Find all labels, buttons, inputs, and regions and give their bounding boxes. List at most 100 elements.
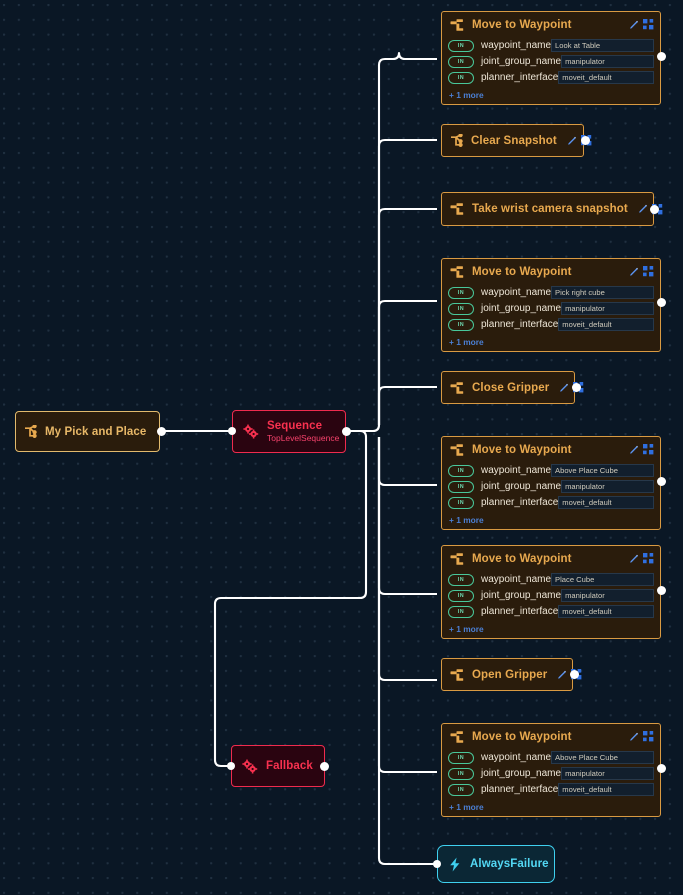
port-value-input[interactable]: Look at Table [551, 39, 654, 52]
port-out-move-above-place-cube-1[interactable] [657, 477, 666, 486]
port-out-move-look-at-table[interactable] [657, 52, 666, 61]
node-always-failure[interactable]: AlwaysFailure [437, 845, 555, 883]
show-more-ports-link[interactable]: + 1 more [442, 88, 660, 104]
port-value-input[interactable]: moveit_default [558, 783, 654, 796]
port-value-input[interactable]: moveit_default [558, 496, 654, 509]
port-out-open-gripper[interactable] [570, 670, 579, 679]
expand-icon[interactable] [643, 266, 654, 277]
pencil-icon[interactable] [638, 204, 648, 214]
node-sequence[interactable]: Sequence TopLevelSequence [232, 410, 346, 453]
port-out-move-above-place-cube-2[interactable] [657, 764, 666, 773]
node-header: Move to Waypoint [442, 724, 660, 749]
pencil-icon[interactable] [559, 383, 569, 393]
node-close-gripper[interactable]: Close Gripper [441, 371, 584, 404]
robot-arm-icon [450, 552, 466, 566]
port-value-input[interactable]: manipulator [561, 480, 654, 493]
port-value-input[interactable]: Place Cube [551, 573, 654, 586]
node-move-to-waypoint-look-at-table[interactable]: Move to Waypoint IN waypoint_name Look a… [441, 11, 661, 105]
port-row: IN waypoint_name Above Place Cube [448, 750, 654, 765]
show-more-ports-link[interactable]: + 1 more [442, 800, 660, 816]
port-direction-tag: IN [448, 318, 474, 331]
node-title: AlwaysFailure [470, 858, 549, 870]
port-row: IN joint_group_name manipulator [448, 301, 654, 316]
node-take-wrist-camera-snapshot[interactable]: Take wrist camera snapshot [441, 192, 663, 226]
node-move-to-waypoint-pick-right-cube[interactable]: Move to Waypoint IN waypoint_name Pick r… [441, 258, 661, 352]
port-name: planner_interface [481, 606, 559, 617]
node-header-actions [629, 266, 654, 277]
node-ports: IN waypoint_name Look at Table IN joint_… [442, 37, 660, 88]
behavior-tree-canvas[interactable]: My Pick and Place Sequence TopLevelSeque… [0, 0, 683, 895]
port-out-move-pick-right-cube[interactable] [657, 298, 666, 307]
edge-sequence-to-clear-snapshot [377, 138, 437, 425]
port-value-input[interactable]: Above Place Cube [551, 751, 654, 764]
pencil-icon[interactable] [629, 20, 639, 30]
port-value-input[interactable]: manipulator [561, 767, 654, 780]
node-header-actions [629, 444, 654, 455]
node-move-to-waypoint-place-cube[interactable]: Move to Waypoint IN waypoint_name Place … [441, 545, 661, 639]
node-root-my-pick-and-place[interactable]: My Pick and Place [15, 411, 160, 452]
port-value-input[interactable]: manipulator [561, 55, 654, 68]
expand-icon[interactable] [643, 553, 654, 564]
node-header: Close Gripper [442, 372, 584, 403]
node-open-gripper[interactable]: Open Gripper [441, 658, 582, 691]
expand-icon[interactable] [643, 444, 654, 455]
node-clear-snapshot[interactable]: Clear Snapshot [441, 124, 592, 157]
edge-sequence-to-move-above-place-2 [377, 437, 437, 774]
port-row: IN joint_group_name manipulator [448, 766, 654, 781]
port-in-sequence[interactable] [228, 427, 236, 435]
node-move-to-waypoint-above-place-cube-1[interactable]: Move to Waypoint IN waypoint_name Above … [441, 436, 661, 530]
show-more-ports-link[interactable]: + 1 more [442, 513, 660, 529]
port-direction-tag: IN [448, 464, 474, 477]
port-out-root[interactable] [157, 427, 166, 436]
port-in-fallback[interactable] [227, 762, 235, 770]
node-title: Move to Waypoint [472, 552, 572, 565]
edge-sequence-to-move-look-at-table [346, 51, 437, 433]
robot-arm-icon [450, 18, 466, 32]
node-header: My Pick and Place [16, 412, 159, 451]
node-header: Clear Snapshot [442, 125, 592, 156]
show-more-ports-link[interactable]: + 1 more [442, 622, 660, 638]
port-row: IN planner_interface moveit_default [448, 604, 654, 619]
node-header-actions [629, 553, 654, 564]
pencil-icon[interactable] [629, 267, 639, 277]
port-out-fallback[interactable] [320, 762, 329, 771]
port-value-input[interactable]: moveit_default [558, 318, 654, 331]
node-title: Move to Waypoint [472, 265, 572, 278]
node-title: Take wrist camera snapshot [472, 203, 628, 215]
node-move-to-waypoint-above-place-cube-2[interactable]: Move to Waypoint IN waypoint_name Above … [441, 723, 661, 817]
port-out-take-wrist-camera-snapshot[interactable] [650, 205, 659, 214]
port-out-sequence[interactable] [342, 427, 351, 436]
port-in-always-failure[interactable] [433, 860, 441, 868]
node-title: Close Gripper [472, 381, 550, 394]
port-direction-tag: IN [448, 783, 474, 796]
pencil-icon[interactable] [557, 670, 567, 680]
port-direction-tag: IN [448, 589, 474, 602]
port-value-input[interactable]: Above Place Cube [551, 464, 654, 477]
robot-arm-icon [450, 381, 466, 395]
port-value-input[interactable]: manipulator [561, 589, 654, 602]
node-titleblock: My Pick and Place [45, 426, 146, 438]
node-header: Move to Waypoint [442, 437, 660, 462]
port-out-clear-snapshot[interactable] [581, 136, 590, 145]
show-more-ports-link[interactable]: + 1 more [442, 335, 660, 351]
port-name: joint_group_name [481, 590, 562, 601]
pencil-icon[interactable] [629, 732, 639, 742]
pencil-icon[interactable] [629, 554, 639, 564]
node-fallback[interactable]: Fallback [231, 745, 325, 787]
pencil-icon[interactable] [629, 445, 639, 455]
node-header: Move to Waypoint [442, 546, 660, 571]
edge-sequence-to-close-gripper [377, 385, 437, 425]
pencil-icon[interactable] [567, 136, 577, 146]
expand-icon[interactable] [643, 19, 654, 30]
port-out-close-gripper[interactable] [572, 383, 581, 392]
port-value-input[interactable]: Pick right cube [551, 286, 654, 299]
port-value-input[interactable]: moveit_default [558, 605, 654, 618]
node-title: My Pick and Place [45, 425, 147, 438]
port-value-input[interactable]: manipulator [561, 302, 654, 315]
port-value-input[interactable]: moveit_default [558, 71, 654, 84]
node-titleblock: Sequence TopLevelSequence [267, 420, 339, 443]
port-name: planner_interface [481, 72, 559, 83]
port-direction-tag: IN [448, 751, 474, 764]
port-out-move-place-cube[interactable] [657, 586, 666, 595]
expand-icon[interactable] [643, 731, 654, 742]
